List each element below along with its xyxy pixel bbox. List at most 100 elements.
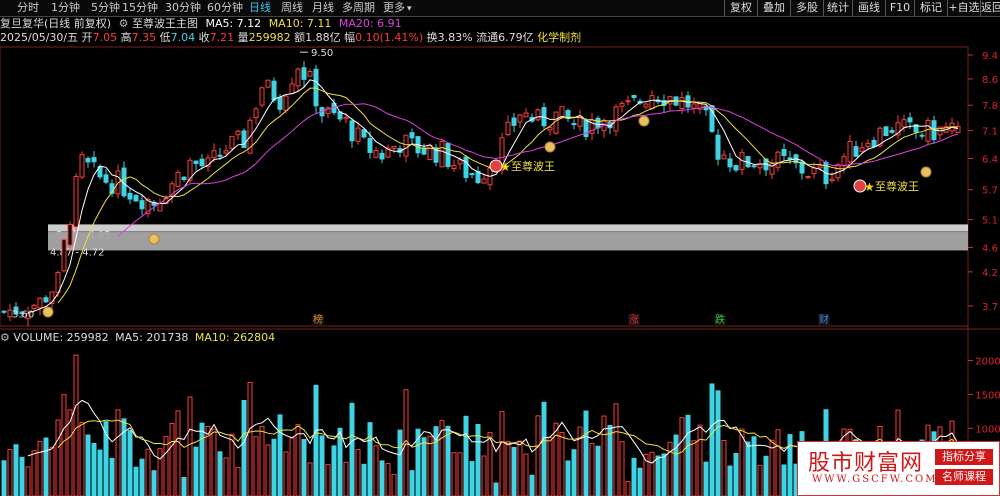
candle-body [133, 194, 139, 202]
watermark-title: 股市财富网 [808, 451, 924, 476]
candle-body [781, 148, 787, 157]
volume-bar [295, 424, 301, 496]
candle-body [241, 130, 247, 149]
candle-body [403, 134, 409, 157]
volume-bar [685, 414, 691, 496]
volume-bar [589, 442, 595, 496]
volume-tick-label: 1000 [975, 424, 1000, 435]
volume-bar [301, 439, 307, 496]
volume-bar [637, 467, 643, 496]
candle-body [445, 142, 451, 167]
volume-bar [25, 466, 31, 496]
candle-body [127, 193, 133, 200]
candle-body [757, 163, 763, 169]
volume-bar [229, 433, 235, 496]
event-badge-label: 跌 [715, 313, 725, 326]
candle-body [283, 95, 289, 111]
volume-bar [463, 415, 469, 496]
volume-bar [211, 428, 217, 496]
candle-body [181, 176, 187, 181]
watermark-tag-courses: 名师课程 [935, 469, 993, 485]
candle-body [79, 154, 85, 178]
volume-bar [451, 452, 457, 496]
volume-bar [565, 460, 571, 496]
volume-bar [127, 430, 133, 496]
volume-bar [571, 449, 577, 496]
volume-bar [307, 462, 313, 496]
volume-bar [157, 448, 163, 496]
volume-bar [367, 422, 373, 496]
volume-bar [607, 424, 613, 496]
candle-body [265, 79, 271, 88]
candle-body [643, 103, 649, 108]
volume-bar [151, 470, 157, 496]
candle-body [361, 129, 367, 138]
price-tick-label: 6.4 [982, 154, 998, 165]
candle-body [469, 173, 475, 176]
volume-bar [355, 449, 361, 496]
volume-bar [331, 445, 337, 496]
candle-body [1, 310, 7, 313]
candle-body [451, 165, 457, 170]
volume-bar [373, 445, 379, 496]
volume-bar [649, 451, 655, 496]
volume-bar [235, 467, 241, 496]
candle-body [367, 137, 373, 153]
candle-body [31, 304, 37, 309]
volume-bar [745, 441, 751, 496]
price-tick-label: 5.1 [982, 216, 998, 227]
volume-bar [781, 464, 787, 496]
candle-body [649, 95, 655, 110]
volume-bar [103, 421, 109, 496]
volume-bar [223, 457, 229, 496]
volume-bar [241, 400, 247, 496]
candle-body [409, 132, 415, 139]
volume-bar [31, 450, 37, 496]
volume-bar [763, 455, 769, 496]
signal-label: 至尊波王 [511, 159, 555, 173]
candle-body [829, 178, 835, 181]
volume-bar [409, 470, 415, 496]
volume-bar [397, 429, 403, 496]
candle-body [277, 96, 283, 110]
candle-body [691, 103, 697, 109]
volume-bar [391, 473, 397, 496]
volume-bar [661, 453, 667, 496]
volume-bar [625, 481, 631, 496]
candle-body [805, 175, 811, 178]
candle-body [391, 145, 397, 150]
volume-bar [493, 482, 499, 496]
volume-bar [715, 390, 721, 496]
candle-body [199, 158, 205, 167]
price-tick-label: 3.7 [982, 302, 998, 313]
support-zone-band [48, 232, 968, 251]
candle-body [775, 151, 781, 168]
volume-bar [79, 421, 85, 496]
candle-body [91, 157, 97, 163]
volume-bar [13, 444, 19, 496]
event-badge-label: 涨 [629, 314, 639, 326]
watermark-tag-indicators: 指标分享 [935, 449, 993, 465]
candle-body [37, 297, 43, 309]
candle-body [229, 135, 235, 149]
volume-bar [385, 462, 391, 496]
volume-bar [547, 437, 553, 496]
volume-bar [37, 440, 43, 496]
volume-bar [91, 442, 97, 496]
volume-bar [19, 456, 25, 496]
candle-body [919, 134, 925, 137]
volume-bar [505, 440, 511, 496]
volume-bar [109, 457, 115, 496]
candle-body [307, 70, 313, 77]
price-tick-label: 7.8 [982, 101, 998, 112]
volume-bar [253, 436, 259, 496]
volume-bar [427, 435, 433, 496]
price-tick-label: 4.2 [982, 268, 998, 279]
watermark-logo: 股市财富网 WWW.GSCFW.COM 指标分享 名师课程 [797, 441, 1000, 496]
volume-bar [445, 425, 451, 496]
candle-body [595, 117, 601, 129]
candle-body [295, 68, 301, 87]
candle-body [379, 152, 385, 160]
candle-body [343, 116, 349, 120]
volume-bar [163, 436, 169, 496]
